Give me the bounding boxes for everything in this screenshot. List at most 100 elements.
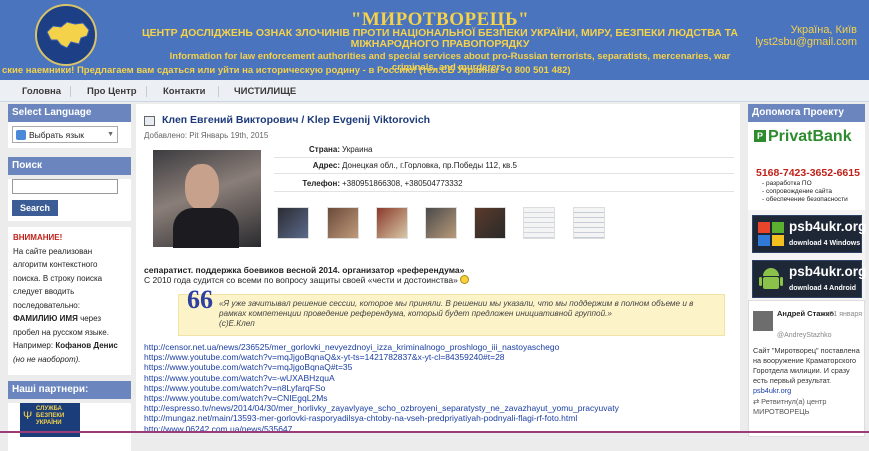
tweet-text: Сайт "Миротворец" поставлена на вооружен… (753, 346, 860, 385)
article-summary-bold: сепаратист. поддержка боевиков весной 20… (144, 265, 465, 275)
privatbank-banner[interactable]: P PrivatBank 5168-7423-3652-6615 - разраб… (748, 122, 865, 210)
download-windows-banner[interactable]: psb4ukr.org download 4 Windows (752, 215, 866, 253)
download-windows-sub: download 4 Windows (789, 240, 861, 247)
quote-text: «Я уже зачитывал решение сессии, которое… (219, 299, 694, 318)
site-header: "МИРОТВОРЕЦЬ" ЦЕНТР ДОСЛІДЖЕНЬ ОЗНАК ЗЛО… (0, 0, 869, 80)
quote-mark-icon: 66 (187, 285, 213, 314)
source-links: http://censor.net.ua/news/236525/mer_gor… (144, 342, 619, 433)
right-sidebar: Допомога Проекту P PrivatBank 5168-7423-3… (748, 104, 866, 437)
download-windows-title: psb4ukr.org (789, 219, 867, 234)
source-link[interactable]: https://www.youtube.com/watch?v=n8Lyfarq… (144, 383, 619, 393)
field-divider (274, 191, 734, 192)
sbu-logo-text: СЛУЖБА БЕЗПЕКИ УКРАЇНИ (36, 406, 65, 426)
privatbank-icon: P (754, 130, 766, 142)
tweet-author[interactable]: Андрей Стажко (777, 309, 837, 319)
google-translate-icon (16, 130, 26, 140)
language-select-value: Выбрать язык (29, 130, 84, 140)
photo-face (185, 164, 219, 210)
source-link[interactable]: https://www.youtube.com/watch?v=mqJjgoBq… (144, 362, 619, 372)
privatbank-card-number: 5168-7423-3652-6615 (756, 167, 860, 179)
gallery-thumbnail[interactable] (474, 207, 506, 239)
nav-about[interactable]: Про Центр (87, 86, 137, 97)
trident-icon: Ψ (23, 410, 33, 422)
purpose-item: - разработка ПО (762, 180, 812, 187)
download-android-sub: download 4 Android (789, 285, 857, 292)
search-button[interactable]: Search (12, 200, 59, 216)
source-link[interactable]: https://www.youtube.com/watch?v=mqJjgoBq… (144, 352, 619, 362)
nav-separator (70, 86, 71, 97)
tweet-date[interactable]: 31 января (829, 311, 862, 318)
language-select[interactable]: Выбрать язык ▼ (12, 126, 118, 143)
partners-box: Ψ СЛУЖБА БЕЗПЕКИ УКРАЇНИ (8, 403, 131, 451)
purpose-item: - обеспечение безопасности (762, 196, 848, 203)
header-contact: Україна, Київ lyst2sbu@gmail.com (755, 24, 857, 48)
privatbank-logo: P PrivatBank (754, 128, 854, 146)
source-link[interactable]: http://mungaz.net/main/13593-mer-gorlovk… (144, 413, 619, 423)
field-divider (274, 173, 734, 174)
search-notice: ВНИМАНИЕ! На сайте реализован алгоритм к… (8, 227, 131, 375)
tweet-link[interactable]: psb4ukr.org (753, 386, 791, 395)
header-email[interactable]: lyst2sbu@gmail.com (755, 36, 857, 48)
gallery-thumbnail[interactable] (327, 207, 359, 239)
left-sidebar: Select Language Выбрать язык ▼ Поиск Sea… (8, 104, 131, 451)
partners-heading: Наші партнери: (8, 381, 131, 399)
article-icon (144, 116, 155, 126)
source-link[interactable]: http://espresso.tv/news/2014/04/30/mer_h… (144, 403, 619, 413)
field-phone-value: +380951866308, +380504773332 (342, 179, 463, 188)
nav-home[interactable]: Головна (22, 86, 61, 97)
site-subtitle: ЦЕНТР ДОСЛІДЖЕНЬ ОЗНАК ЗЛОЧИНІВ ПРОТИ НА… (142, 27, 738, 50)
person-photo[interactable] (153, 150, 261, 248)
download-android-title: psb4ukr.org (789, 264, 867, 279)
retweet-line: ⇄ Ретвитнул(а) центр МИРОТВОРЕЦЬ (753, 397, 864, 417)
source-link[interactable]: http://censor.net.ua/news/236525/mer_gor… (144, 342, 619, 352)
gallery-thumbnail[interactable] (376, 207, 408, 239)
field-address-label: Адрес: (312, 161, 340, 170)
download-android-banner[interactable]: psb4ukr.org download 4 Android (752, 260, 866, 298)
source-link[interactable]: https://www.youtube.com/watch?v=CNIEgqL2… (144, 393, 619, 403)
tweet-text-block: Сайт "Миротворец" поставлена на вооружен… (753, 346, 865, 396)
notice-title: ВНИМАНИЕ! (13, 233, 63, 242)
privatbank-purposes: - разработка ПО - сопровождение сайта - … (762, 180, 848, 204)
article-summary: С 2010 года судится со всеми по вопросу … (144, 275, 458, 285)
notice-text: На сайте реализован алгоритм контекстног… (13, 246, 103, 310)
ticker-marquee: ские наемники! Предлагаем вам сдаться ил… (2, 65, 571, 76)
avatar[interactable] (753, 311, 773, 331)
search-input[interactable] (12, 179, 118, 194)
gallery-thumbnail[interactable] (277, 207, 309, 239)
article-title[interactable]: Клеп Евгений Викторович / Klep Evgenij V… (162, 114, 430, 126)
downloads-box: psb4ukr.org download 4 Windows psb4ukr.o… (748, 210, 866, 312)
notice-example: Кофанов Денис (55, 341, 118, 350)
field-address-value: Донецкая обл., г.Горловка, пр.Победы 112… (342, 161, 517, 170)
main-nav: Головна Про Центр Контакти ЧИСТИЛИЩЕ (0, 80, 869, 102)
android-icon (759, 268, 783, 289)
gallery-thumbnail[interactable] (523, 207, 555, 239)
purpose-item: - сопровождение сайта (762, 188, 832, 195)
photo-coat (173, 208, 239, 248)
language-box: Выбрать язык ▼ (8, 122, 131, 148)
search-heading: Поиск (8, 157, 131, 175)
nav-separator (218, 86, 219, 97)
help-heading: Допомога Проекту (748, 104, 865, 122)
smiley-icon (459, 275, 469, 284)
article-panel: Клеп Евгений Викторович / Klep Evgenij V… (136, 104, 740, 433)
field-country-value: Украина (342, 145, 373, 154)
field-phone-label: Телефон: (302, 179, 340, 188)
article-quote: 66 «Я уже зачитывал решение сессии, кото… (178, 285, 725, 336)
chevron-down-icon: ▼ (107, 131, 114, 138)
article-date: Добавлено: Pit Январь 19th, 2015 (144, 131, 269, 140)
tweet-handle[interactable]: @AndreyStazhko (777, 332, 832, 339)
nav-purgatory[interactable]: ЧИСТИЛИЩЕ (234, 86, 296, 97)
nav-contacts[interactable]: Контакти (163, 86, 206, 97)
field-divider (274, 157, 734, 158)
gallery-thumbnail[interactable] (425, 207, 457, 239)
source-link[interactable]: https://www.youtube.com/watch?v=-wUXABHz… (144, 373, 619, 383)
ukraine-map-icon (46, 21, 90, 49)
notice-note: (но не наоборот). (13, 354, 81, 364)
retweet-text: Ретвитнул(а) центр МИРОТВОРЕЦЬ (753, 397, 827, 416)
gallery-thumbnail[interactable] (573, 207, 605, 239)
site-logo[interactable] (35, 4, 97, 66)
language-heading: Select Language (8, 104, 131, 122)
search-box: Search (8, 179, 131, 221)
retweet-icon: ⇄ (753, 397, 760, 406)
notice-key: ФАМИЛИЮ ИМЯ (13, 314, 78, 323)
